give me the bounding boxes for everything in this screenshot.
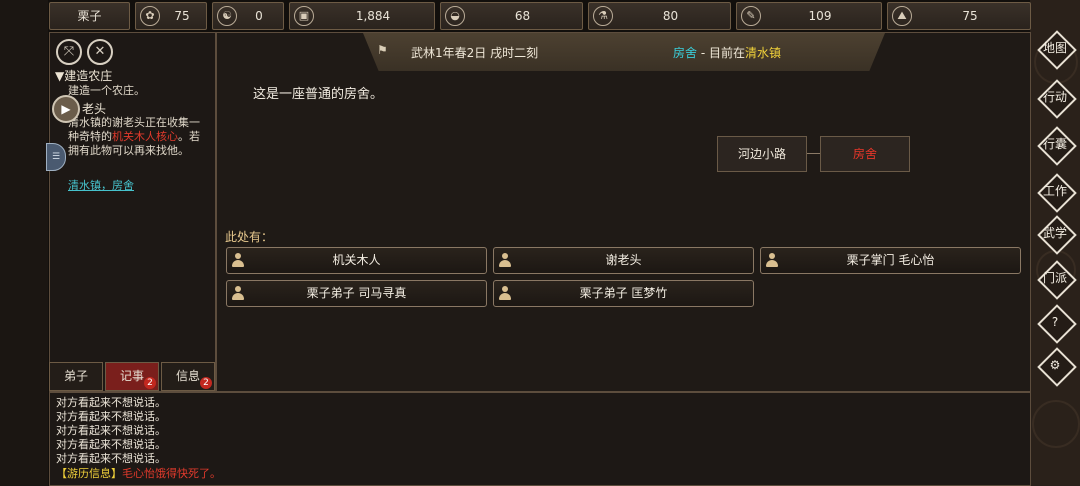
log-line: 对方看起来不想说话。: [56, 424, 166, 437]
map-connector: [807, 153, 821, 154]
npc-button[interactable]: 栗子弟子 司马寻真: [226, 280, 487, 307]
here-label: 此处有：: [225, 230, 274, 244]
npc-button[interactable]: 栗子弟子 匡梦竹: [493, 280, 754, 307]
resource-scroll[interactable]: ✎ 109: [736, 2, 882, 30]
expand-icon[interactable]: ⤧: [56, 39, 82, 65]
game-date: 武林1年春2日 戌时二刻: [411, 46, 539, 60]
npc-name: 栗子弟子 司马寻真: [306, 286, 407, 300]
tab-info-label: 信息: [175, 369, 200, 383]
map-node-current-house[interactable]: 房舍: [820, 136, 910, 172]
resource-flask[interactable]: ⚗ 80: [588, 2, 731, 30]
npc-button[interactable]: 谢老头: [493, 247, 754, 274]
play-icon[interactable]: ▶: [52, 95, 80, 123]
ore-value: 75: [962, 9, 978, 23]
log-event-tag: 【游历信息】: [56, 467, 122, 480]
npc-button[interactable]: 栗子掌门 毛心怡: [760, 247, 1021, 274]
resource-coin[interactable]: ▣ 1,884: [289, 2, 435, 30]
yinyang-value: 0: [255, 9, 263, 23]
help-icon: ?: [1051, 315, 1059, 329]
tab-notes[interactable]: 记事 2: [105, 362, 159, 391]
ore-icon: ⛰: [892, 6, 912, 26]
current-town: 清水镇: [744, 46, 781, 60]
map-node-riverside-path[interactable]: 河边小路: [717, 136, 807, 172]
npc-name: 栗子掌门 毛心怡: [846, 253, 935, 267]
food-value: 68: [514, 9, 531, 23]
quest-location-link[interactable]: 清水镇，房舍: [68, 177, 134, 193]
side-drawer-icon[interactable]: ☰: [46, 143, 66, 171]
nav-work-label: 工作: [1042, 184, 1067, 198]
log-line: 对方看起来不想说话。: [56, 396, 166, 409]
resource-grain[interactable]: ✿ 75: [135, 2, 207, 30]
room-description: 这是一座普通的房舍。: [253, 87, 384, 102]
flask-value: 80: [662, 9, 679, 23]
nav-action-button[interactable]: 行动: [1037, 79, 1077, 119]
npc-name: 谢老头: [605, 253, 642, 267]
main-panel: ⚑ 武林1年春2日 戌时二刻 房舍 - 目前在清水镇 这是一座普通的房舍。 河边…: [216, 32, 1031, 392]
left-decor: [0, 0, 48, 486]
sect-name: 栗子: [77, 9, 102, 23]
tab-notes-label: 记事: [119, 369, 144, 383]
npc-name: 栗子弟子 匡梦竹: [579, 286, 668, 300]
nav-bag-label: 行囊: [1042, 137, 1067, 151]
help-button[interactable]: ?: [1037, 304, 1077, 344]
log-line: 对方看起来不想说话。: [56, 438, 166, 451]
swirl-ornament: [1032, 400, 1080, 448]
scroll-value: 109: [808, 9, 832, 23]
food-bowl-icon: ◒: [445, 6, 465, 26]
quest-item-highlight: 机关木人核心: [112, 130, 178, 143]
resource-ore[interactable]: ⛰ 75: [887, 2, 1031, 30]
log-event-text: 毛心怡饿得快死了。: [122, 467, 221, 480]
current-place: 房舍: [673, 46, 698, 60]
left-tabs: 弟子 记事 2 信息 2: [49, 362, 215, 391]
info-badge: 2: [200, 377, 212, 389]
grain-value: 75: [174, 9, 190, 23]
settings-button[interactable]: ⚙: [1037, 347, 1077, 387]
nav-martial-button[interactable]: 武学: [1037, 215, 1077, 255]
grain-icon: ✿: [140, 6, 160, 26]
log-line: 对方看起来不想说话。: [56, 452, 166, 465]
resource-food[interactable]: ◒ 68: [440, 2, 583, 30]
yin-yang-icon: ☯: [217, 6, 237, 26]
quest-description: 建造一个农庄。: [68, 84, 145, 97]
nav-work-button[interactable]: 工作: [1037, 173, 1077, 213]
sect-name-box[interactable]: 栗子: [49, 2, 130, 30]
message-log[interactable]: 对方看起来不想说话。 对方看起来不想说话。 对方看起来不想说话。 对方看起来不想…: [49, 392, 1031, 486]
npc-button[interactable]: 机关木人: [226, 247, 487, 274]
nav-sect-button[interactable]: 门派: [1037, 260, 1077, 300]
quest-text: 清水镇的谢老头正在收集一种奇特的机关木人核心。若拥有此物可以再来找他。: [68, 116, 210, 158]
quest-npc-name: 老头: [82, 102, 107, 116]
location-separator: - 目前在: [697, 46, 745, 60]
tab-disciples[interactable]: 弟子: [49, 362, 103, 391]
nav-bag-button[interactable]: 行囊: [1037, 126, 1077, 166]
nav-map-button[interactable]: 地图: [1037, 30, 1077, 70]
nav-sect-label: 门派: [1042, 271, 1067, 285]
scroll-icon: ✎: [741, 6, 761, 26]
nav-action-label: 行动: [1042, 90, 1067, 104]
tab-disciples-label: 弟子: [63, 369, 88, 383]
log-line-event: 【游历信息】毛心怡饿得快死了。: [56, 467, 221, 481]
close-icon[interactable]: ✕: [87, 39, 113, 65]
coin-icon: ▣: [294, 6, 314, 26]
npc-name: 机关木人: [332, 253, 381, 267]
notes-badge: 2: [144, 377, 156, 389]
nav-martial-label: 武学: [1042, 226, 1067, 240]
gear-icon: ⚙: [1049, 358, 1061, 372]
quest-panel: ⤧ ✕ ▼建造农庄 建造一个农庄。 老头 清水镇的谢老头正在收集一种奇特的机关木…: [46, 32, 216, 392]
flag-icon: ⚑: [377, 43, 388, 57]
log-line: 对方看起来不想说话。: [56, 410, 166, 423]
nav-map-label: 地图: [1042, 41, 1067, 55]
flask-icon: ⚗: [593, 6, 613, 26]
status-banner: ⚑ 武林1年春2日 戌时二刻 房舍 - 目前在清水镇: [363, 33, 885, 71]
tab-info[interactable]: 信息 2: [161, 362, 215, 391]
coin-value: 1,884: [355, 9, 391, 23]
location-text: 房舍 - 目前在清水镇: [673, 44, 781, 61]
resource-yinyang[interactable]: ☯ 0: [212, 2, 284, 30]
resource-bar: 栗子 ✿ 75 ☯ 0 ▣ 1,884 ◒ 68 ⚗ 80 ✎ 109 ⛰ 75: [49, 2, 1031, 30]
